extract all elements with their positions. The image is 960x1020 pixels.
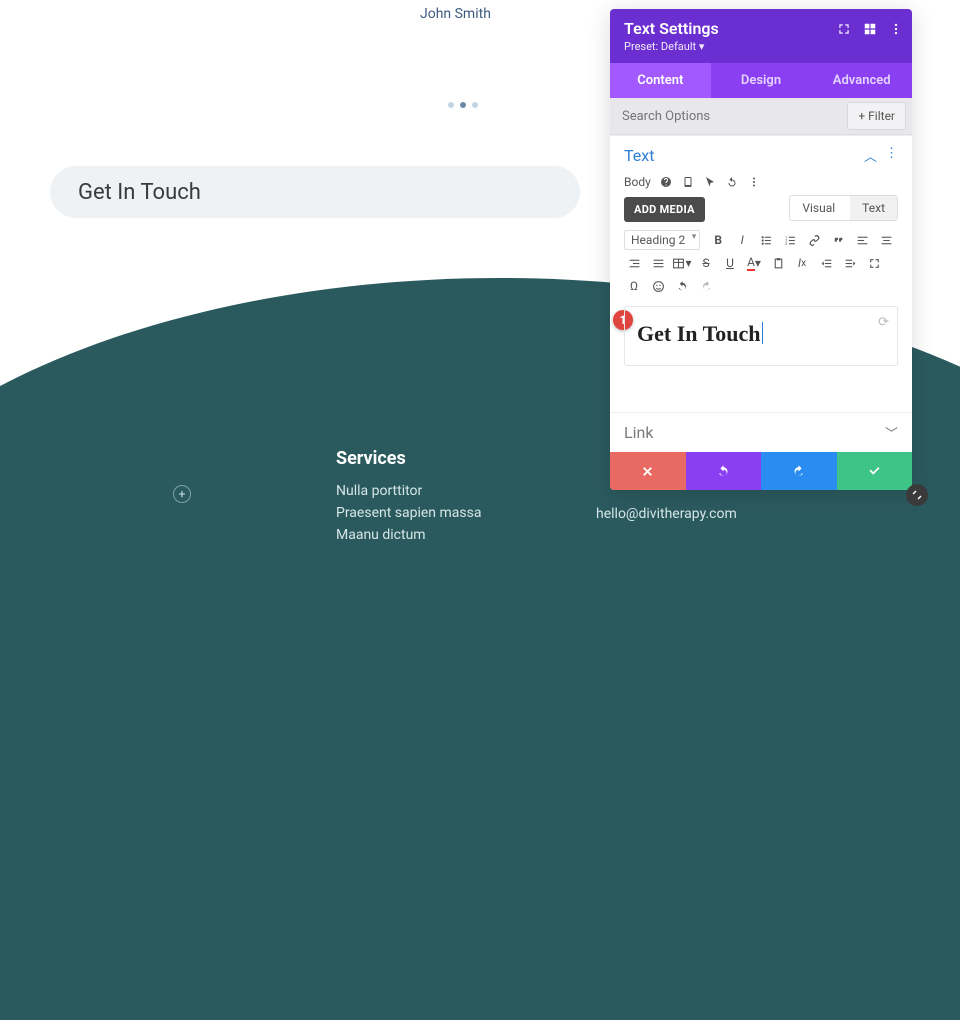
redo-icon[interactable] [696, 276, 716, 296]
editor-toolbar: Heading 2 B I 123 ▾ S U A▾ Ix Ω [624, 230, 898, 296]
filter-button[interactable]: + Filter [847, 102, 906, 130]
field-more-icon[interactable] [747, 175, 761, 189]
grid-icon[interactable] [862, 21, 878, 37]
text-color-icon[interactable]: A▾ [744, 253, 764, 273]
cancel-button[interactable] [610, 452, 686, 490]
table-icon[interactable]: ▾ [672, 253, 692, 273]
more-icon[interactable] [888, 21, 904, 37]
svg-text:3: 3 [785, 240, 787, 245]
service-item[interactable]: Maanu dictum [336, 527, 481, 543]
save-button[interactable] [837, 452, 913, 490]
panel-header[interactable]: Text Settings Preset: Default ▾ [610, 9, 912, 63]
special-char-icon[interactable]: Ω [624, 276, 644, 296]
link-section-toggle[interactable]: Link ﹀ [624, 423, 898, 442]
tab-design[interactable]: Design [711, 63, 812, 98]
fullscreen-icon[interactable] [864, 253, 884, 273]
help-icon[interactable] [659, 175, 673, 189]
editor-tab-visual[interactable]: Visual [790, 196, 847, 220]
service-item[interactable]: Praesent sapien massa [336, 505, 481, 521]
text-section-title: Text [624, 146, 654, 165]
search-row: + Filter [610, 98, 912, 135]
heading-pill[interactable]: Get In Touch [50, 166, 580, 218]
text-section: Text ︿ ⋮ Body ADD MEDIA Visual Text Head… [610, 135, 912, 412]
indent-icon[interactable] [840, 253, 860, 273]
footer-services: Services Nulla porttitor Praesent sapien… [336, 448, 481, 549]
body-field-row: Body [624, 175, 898, 189]
underline-icon[interactable]: U [720, 253, 740, 273]
number-list-icon[interactable]: 123 [780, 230, 800, 250]
add-media-button[interactable]: ADD MEDIA [624, 197, 705, 222]
carousel-dots[interactable] [448, 102, 478, 108]
section-more-icon[interactable]: ⋮ [885, 146, 898, 165]
text-section-toggle[interactable]: Text ︿ ⋮ [624, 146, 898, 165]
editor-tab-text[interactable]: Text [850, 196, 897, 220]
link-section-title: Link [624, 423, 653, 442]
dot-2[interactable] [460, 102, 466, 108]
expand-icon[interactable] [836, 21, 852, 37]
editor-mode-tabs: Visual Text [789, 195, 898, 221]
undo-button[interactable] [686, 452, 762, 490]
author-name: John Smith [420, 6, 491, 22]
paste-icon[interactable] [768, 253, 788, 273]
resize-handle[interactable] [906, 484, 928, 506]
services-heading: Services [336, 448, 481, 469]
editor-body[interactable]: ⟳ Get In Touch [624, 306, 898, 366]
panel-tabs: Content Design Advanced [610, 63, 912, 98]
search-input[interactable] [610, 99, 841, 134]
tab-advanced[interactable]: Advanced [811, 63, 912, 98]
text-cursor [762, 322, 763, 344]
hover-icon[interactable] [703, 175, 717, 189]
format-select[interactable]: Heading 2 [624, 230, 700, 250]
dot-1[interactable] [448, 102, 454, 108]
dynamic-content-icon[interactable]: ⟳ [878, 315, 889, 330]
editor-content[interactable]: Get In Touch [637, 321, 761, 346]
tab-content[interactable]: Content [610, 63, 711, 98]
link-icon[interactable] [804, 230, 824, 250]
align-right-icon[interactable] [624, 253, 644, 273]
link-section: Link ﹀ [610, 412, 912, 452]
bullet-list-icon[interactable] [756, 230, 776, 250]
undo-icon[interactable] [672, 276, 692, 296]
body-label: Body [624, 175, 651, 189]
contact-email[interactable]: hello@divitherapy.com [596, 506, 737, 522]
chevron-up-icon[interactable]: ︿ [864, 146, 877, 165]
bold-icon[interactable]: B [708, 230, 728, 250]
heading-pill-text: Get In Touch [78, 180, 201, 205]
preset-selector[interactable]: Preset: Default ▾ [624, 40, 898, 53]
italic-icon[interactable]: I [732, 230, 752, 250]
mobile-icon[interactable] [681, 175, 695, 189]
service-item[interactable]: Nulla porttitor [336, 483, 481, 499]
action-bar [610, 452, 912, 490]
emoji-icon[interactable] [648, 276, 668, 296]
align-left-icon[interactable] [852, 230, 872, 250]
strikethrough-icon[interactable]: S [696, 253, 716, 273]
align-justify-icon[interactable] [648, 253, 668, 273]
dot-3[interactable] [472, 102, 478, 108]
reset-icon[interactable] [725, 175, 739, 189]
add-section-button[interactable]: + [173, 485, 191, 503]
outdent-icon[interactable] [816, 253, 836, 273]
quote-icon[interactable] [828, 230, 848, 250]
align-center-icon[interactable] [876, 230, 896, 250]
redo-button[interactable] [761, 452, 837, 490]
clear-format-icon[interactable]: Ix [792, 253, 812, 273]
text-settings-panel: Text Settings Preset: Default ▾ Content … [610, 9, 912, 490]
chevron-down-icon[interactable]: ﹀ [885, 423, 898, 442]
